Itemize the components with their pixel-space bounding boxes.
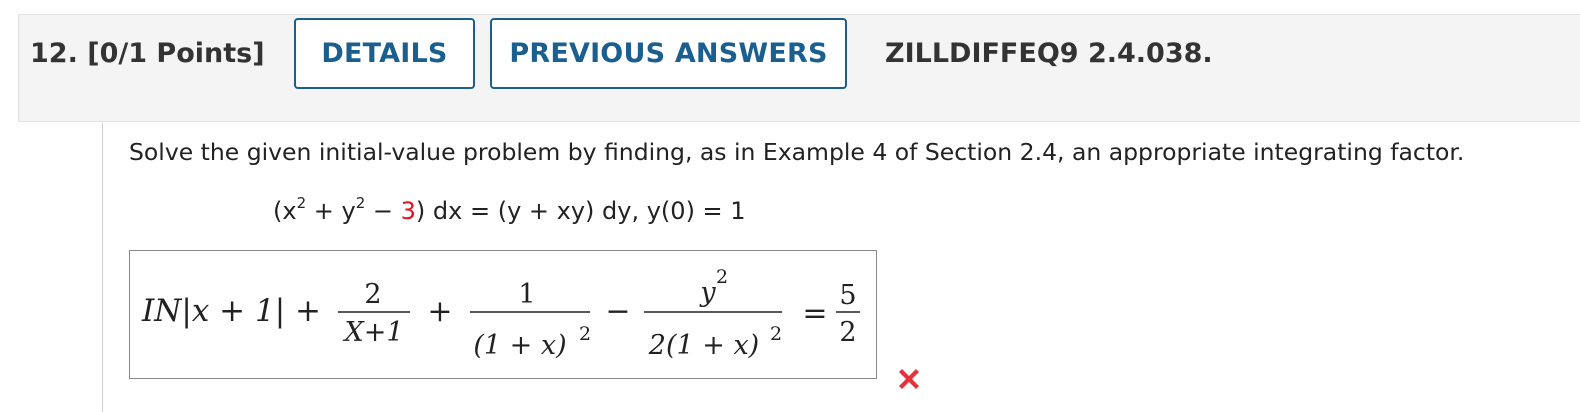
equals-sign: = <box>802 296 827 331</box>
problem-equation: (x2 + y2 − 3) dx = (y + xy) dy, y(0) = 1 <box>273 194 746 225</box>
frac1-denominator: X+1 <box>342 317 403 348</box>
frac4-denominator: 2 <box>839 317 856 348</box>
frac2-denominator: (1 + x) <box>473 330 566 361</box>
equation-constant: 3 <box>400 197 416 225</box>
frac2-numerator: 1 <box>518 279 535 310</box>
frac4-numerator: 5 <box>839 280 856 311</box>
frac3-numerator: y <box>699 277 716 308</box>
frac3-numerator-exponent: 2 <box>716 266 728 288</box>
question-number-points: 12. [0/1 Points] <box>30 38 265 69</box>
details-button[interactable]: DETAILS <box>294 18 475 89</box>
frac2-exponent: 2 <box>579 323 591 345</box>
problem-prompt: Solve the given initial-value problem by… <box>129 138 1465 166</box>
answer-math: IN|x + 1| + 2 X+1 + 1 (1 + x) 2 − y 2 2(… <box>141 266 860 361</box>
answer-box[interactable]: IN|x + 1| + 2 X+1 + 1 (1 + x) 2 − y 2 2(… <box>129 250 877 379</box>
content-left-rule <box>102 123 103 412</box>
plus-sign: + <box>427 294 452 329</box>
answer-ln-part: IN|x + 1| + <box>141 293 321 329</box>
question-code: ZILLDIFFEQ9 2.4.038. <box>885 38 1213 69</box>
minus-sign: − <box>605 294 630 329</box>
question-points: [0/1 Points] <box>87 38 265 69</box>
frac1-numerator: 2 <box>364 279 381 310</box>
question-number: 12. <box>30 38 78 69</box>
previous-answers-button[interactable]: PREVIOUS ANSWERS <box>490 18 847 89</box>
x-mark-icon <box>899 369 919 389</box>
frac3-exponent: 2 <box>770 323 782 345</box>
frac3-denominator: 2(1 + x) <box>648 330 759 361</box>
